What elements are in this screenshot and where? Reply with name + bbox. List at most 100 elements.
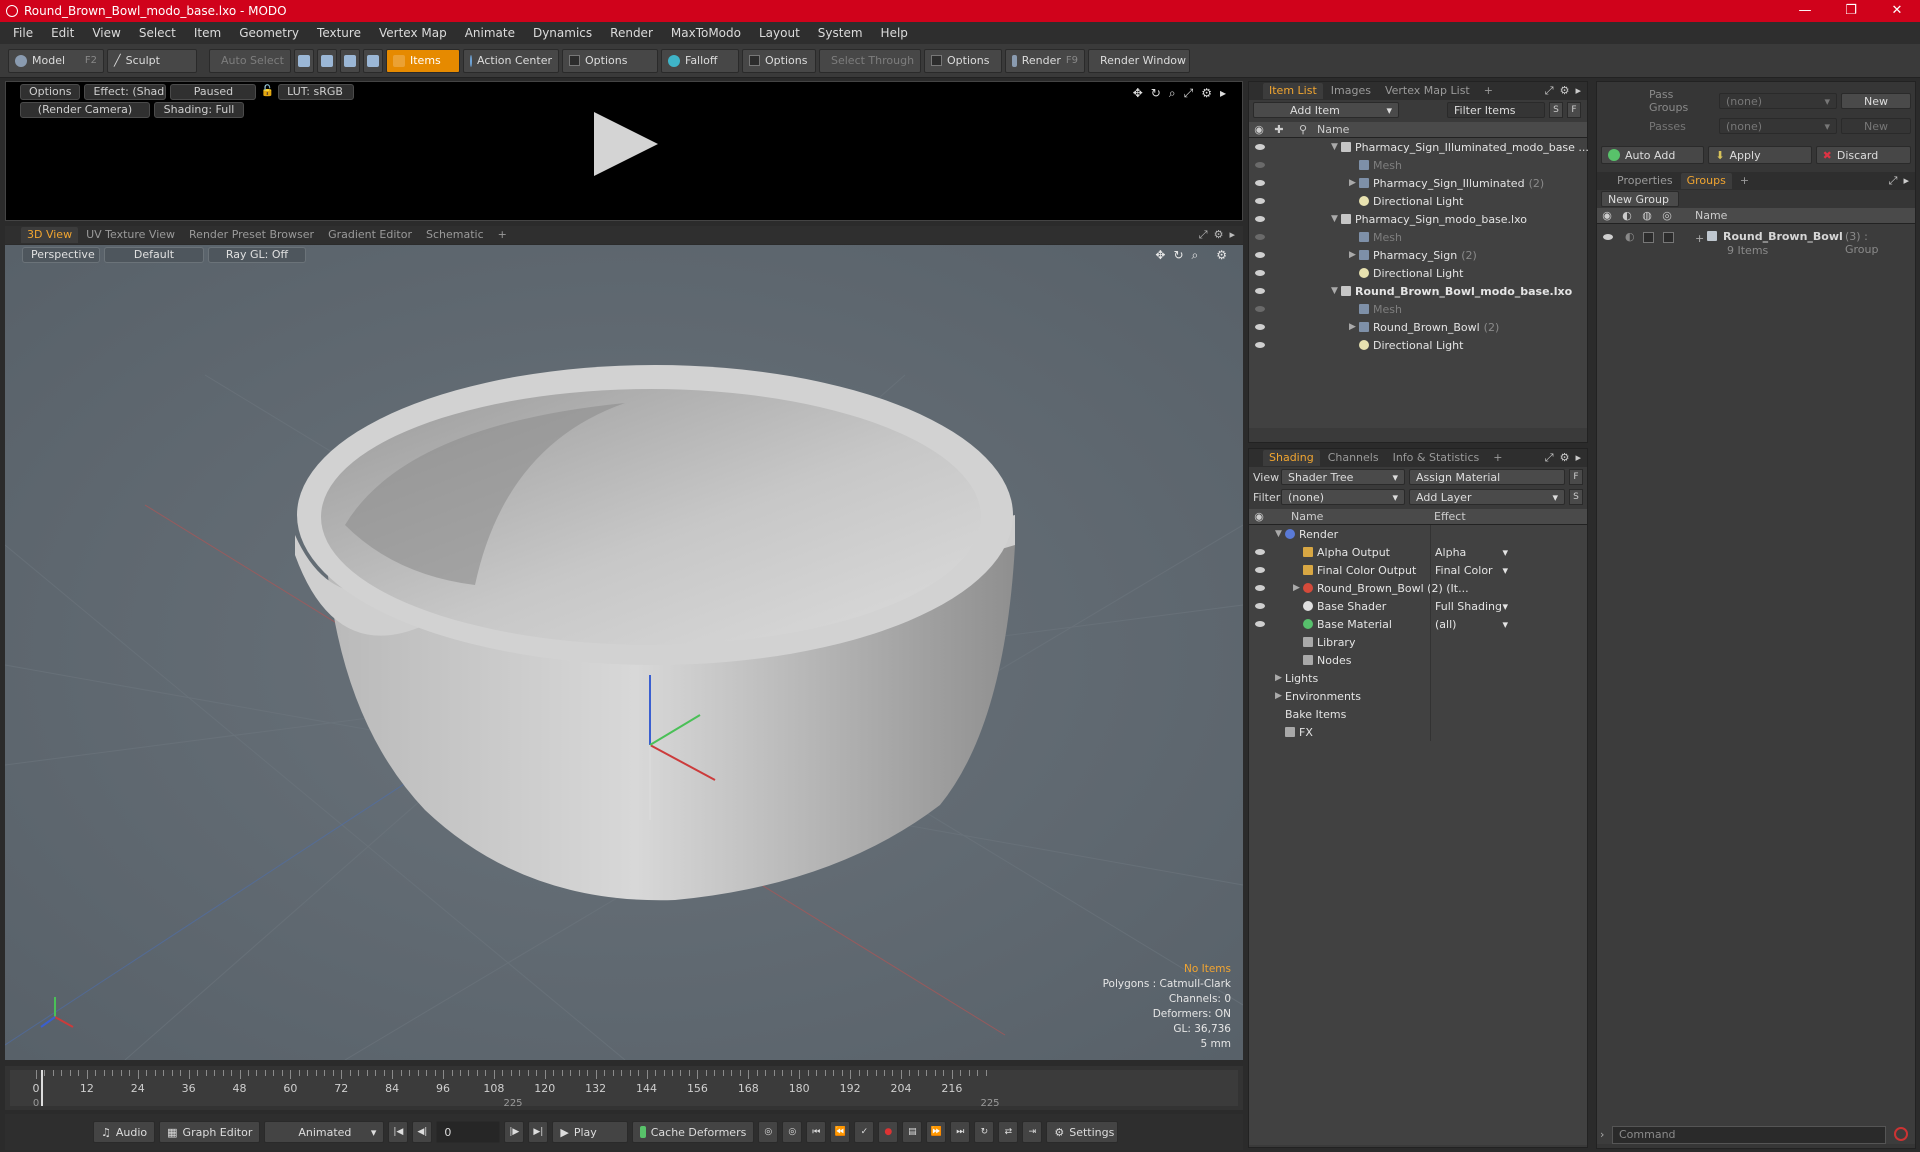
auto-select-button[interactable]: Auto Select <box>209 48 291 73</box>
tab-groups[interactable]: Groups <box>1680 173 1732 189</box>
eye-icon[interactable] <box>1603 234 1613 240</box>
play-preview-icon[interactable] <box>594 112 658 176</box>
item-row[interactable]: ▶ Pharmacy_Sign_Illuminated (2) <box>1249 174 1587 192</box>
vertices-mode-button[interactable] <box>294 48 314 73</box>
eye-icon[interactable] <box>1255 603 1265 609</box>
group-row-round-brown-bowl[interactable]: ◐ + Round_Brown_Bowl (3) : Group 9 Items <box>1597 228 1897 260</box>
tab-info-statistics[interactable]: Info & Statistics <box>1387 450 1486 466</box>
tab-shading[interactable]: Shading <box>1263 450 1320 466</box>
record-macro-icon[interactable] <box>1894 1127 1908 1141</box>
collapse-arrow-icon[interactable]: ▼ <box>1275 529 1285 539</box>
eye-icon[interactable] <box>1255 180 1265 186</box>
tab-uv-texture-view[interactable]: UV Texture View <box>80 227 181 243</box>
shader-row[interactable]: Alpha Output Alpha ▾ <box>1249 543 1587 561</box>
apply-button[interactable]: ⬇ Apply <box>1708 146 1812 164</box>
collapse-arrow-icon[interactable]: ▼ <box>1331 286 1341 296</box>
shading-settings-icon[interactable]: ⚙ <box>1560 451 1570 465</box>
add-panel-tab-button[interactable]: + <box>1478 83 1499 99</box>
timeline-ruler[interactable]: 0 12 24 36 48 60 72 84 96 108 120 132 144 156 168 180 19… <box>10 1070 1238 1109</box>
graph-editor-button[interactable]: ▦ Graph Editor <box>159 1121 261 1143</box>
panel-settings-icon[interactable]: ⚙ <box>1560 84 1570 98</box>
new-pass-group-button[interactable]: New <box>1841 93 1911 109</box>
zoom-view-icon[interactable]: ⌕ <box>1169 86 1176 101</box>
shader-row[interactable]: Nodes <box>1249 651 1587 669</box>
pass-groups-dropdown[interactable]: (none) ▾ <box>1719 93 1837 109</box>
falloff-button[interactable]: Falloff <box>661 48 739 73</box>
shader-row[interactable]: Base Material (all) ▾ <box>1249 615 1587 633</box>
view-dropdown[interactable]: Shader Tree ▾ <box>1281 469 1405 485</box>
auto-key-button[interactable]: ✓ <box>854 1121 875 1143</box>
add-tab-button[interactable]: + <box>492 227 513 243</box>
eye-icon[interactable] <box>1255 198 1265 204</box>
expand-shading-icon[interactable]: ⤢ <box>1545 451 1554 465</box>
prev-frame-button[interactable]: ⏪ <box>830 1121 851 1143</box>
shader-row[interactable]: ▶ Round_Brown_Bowl (2) (It... <box>1249 579 1587 597</box>
viewport-settings-icon[interactable]: ⚙ <box>1214 228 1224 242</box>
item-row[interactable]: ▶ Round_Brown_Bowl (2) <box>1249 318 1587 336</box>
current-frame-field[interactable]: 0 <box>436 1121 501 1143</box>
model-mode-button[interactable]: Model F2 <box>8 48 104 73</box>
add-groups-tab-button[interactable]: + <box>1734 173 1755 189</box>
move-view-icon[interactable]: ✥ <box>1133 86 1143 101</box>
item-row[interactable]: Mesh <box>1249 228 1587 246</box>
orbit-icon[interactable]: ↻ <box>1173 248 1183 263</box>
maximize-view-icon[interactable]: ⤢ <box>1184 86 1194 101</box>
add-shading-tab-button[interactable]: + <box>1487 450 1508 466</box>
item-row[interactable]: Mesh <box>1249 156 1587 174</box>
collapse-arrow-icon[interactable]: ▼ <box>1331 142 1341 152</box>
command-input[interactable]: Command <box>1612 1126 1886 1144</box>
audio-button[interactable]: ♫ Audio <box>93 1121 156 1143</box>
passes-dropdown[interactable]: (none) ▾ <box>1719 118 1837 134</box>
shader-row[interactable]: Bake Items <box>1249 705 1587 723</box>
key-button-1[interactable]: ◎ <box>758 1121 779 1143</box>
sculpt-mode-button[interactable]: ╱ Sculpt <box>107 48 197 73</box>
items-mode-button[interactable]: Items <box>386 48 460 73</box>
shading-menu-icon[interactable]: ▸ <box>1575 451 1581 465</box>
options-checkbox[interactable] <box>569 55 580 66</box>
filter-dropdown[interactable]: (none) ▾ <box>1281 489 1405 505</box>
timeline-playhead[interactable] <box>41 1070 43 1106</box>
tab-gradient-editor[interactable]: Gradient Editor <box>322 227 418 243</box>
eye-icon[interactable] <box>1255 144 1265 150</box>
menu-animate[interactable]: Animate <box>456 26 524 40</box>
expand-arrow-icon[interactable]: ▶ <box>1293 583 1303 593</box>
name-column-header[interactable]: Name <box>1317 123 1349 136</box>
expand-groups-icon[interactable]: ⤢ <box>1889 174 1898 188</box>
tab-3d-view[interactable]: 3D View <box>21 227 79 243</box>
menu-system[interactable]: System <box>809 26 872 40</box>
minimize-button[interactable]: — <box>1782 0 1828 22</box>
shading-dropdown[interactable]: Shading: Full <box>154 102 244 118</box>
auto-add-button[interactable]: Auto Add <box>1601 146 1705 164</box>
add-layer-s-button[interactable]: S <box>1569 489 1583 505</box>
preview-options-button[interactable]: Options <box>20 84 81 100</box>
item-row[interactable]: Mesh <box>1249 300 1587 318</box>
effect-cell[interactable]: Full Shading ▾ <box>1430 597 1512 615</box>
render-camera-dropdown[interactable]: (Render Camera) <box>20 102 150 118</box>
menu-edit[interactable]: Edit <box>42 26 83 40</box>
falloff-options-checkbox[interactable] <box>749 55 760 66</box>
lut-dropdown[interactable]: LUT: sRGB <box>278 84 355 100</box>
edges-mode-button[interactable] <box>317 48 337 73</box>
eye-icon[interactable] <box>1255 270 1265 276</box>
select-through-button[interactable]: Select Through <box>819 48 921 73</box>
tab-vertex-map-list[interactable]: Vertex Map List <box>1379 83 1476 99</box>
expand-arrow-icon[interactable]: ▶ <box>1349 178 1359 188</box>
ping-pong-button[interactable]: ⇄ <box>998 1121 1019 1143</box>
panel-menu-icon[interactable]: ▸ <box>1575 84 1581 98</box>
tab-images[interactable]: Images <box>1325 83 1377 99</box>
lock-checkbox[interactable] <box>1643 232 1654 243</box>
shader-row[interactable]: Final Color Output Final Color ▾ <box>1249 561 1587 579</box>
action-center-options-button[interactable]: Options <box>562 48 658 73</box>
select-through-options-checkbox[interactable] <box>931 55 942 66</box>
add-layer-dropdown[interactable]: Add Layer ▾ <box>1409 489 1565 505</box>
render-toggle-icon[interactable]: ◐ <box>1625 230 1635 243</box>
eye-icon[interactable] <box>1255 621 1265 627</box>
expand-arrow-icon[interactable]: ▶ <box>1275 673 1285 683</box>
item-row[interactable]: Directional Light <box>1249 192 1587 210</box>
menu-view[interactable]: View <box>83 26 129 40</box>
name-column-header[interactable]: Name <box>1695 209 1727 222</box>
eye-icon[interactable] <box>1255 324 1265 330</box>
raygl-dropdown[interactable]: Ray GL: Off <box>208 247 306 263</box>
item-row[interactable]: ▶ Pharmacy_Sign (2) <box>1249 246 1587 264</box>
new-group-button[interactable]: New Group <box>1601 191 1679 207</box>
